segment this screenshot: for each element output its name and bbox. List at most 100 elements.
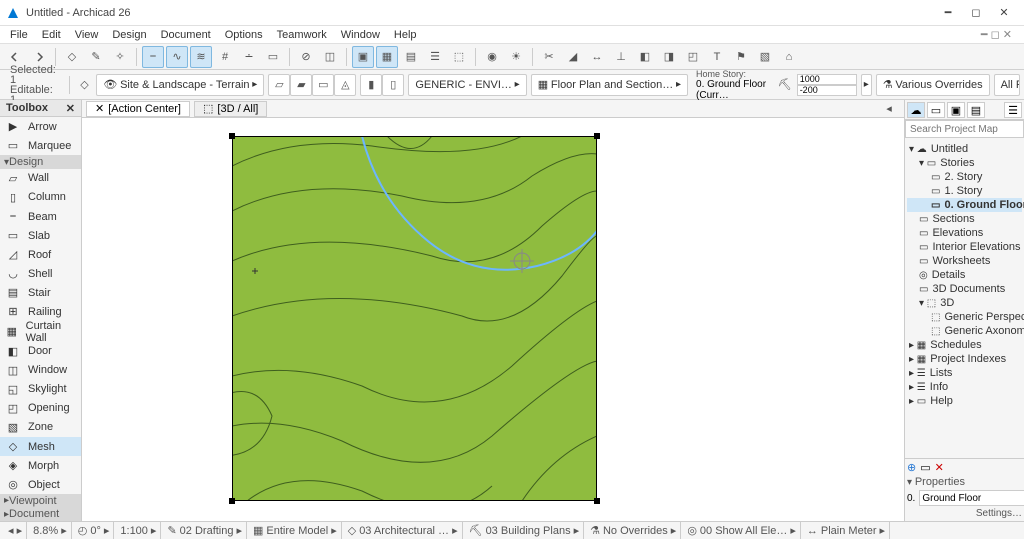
- show-status[interactable]: ◎ 00 Show All Ele… ▸: [683, 522, 801, 539]
- pick-button[interactable]: ◇: [61, 46, 83, 68]
- toolbox-close-icon[interactable]: ✕: [66, 102, 75, 115]
- nav-ground-floor[interactable]: ▭ 0. Ground Floor: [907, 198, 1022, 212]
- geom-1[interactable]: ▱: [268, 74, 290, 96]
- canvas-area[interactable]: ✕ [Action Center] ⬚ [3D / All] ◂: [82, 100, 904, 521]
- nav-worksheets[interactable]: ▭ Worksheets: [907, 254, 1022, 268]
- tab-action-center[interactable]: ✕ [Action Center]: [86, 101, 190, 117]
- plans-status[interactable]: ⛏ 03 Building Plans ▸: [465, 522, 585, 539]
- menu-window[interactable]: Window: [335, 29, 386, 41]
- scale-status[interactable]: 1:100 ▸: [116, 522, 161, 539]
- fill-button[interactable]: ▧: [754, 46, 776, 68]
- search-project-map-input[interactable]: [905, 120, 1024, 138]
- tool-stair[interactable]: ▤Stair: [0, 283, 81, 302]
- close-window-button[interactable]: ✕: [990, 6, 1018, 19]
- nav-elevations[interactable]: ▭ Elevations: [907, 226, 1022, 240]
- nav-sections[interactable]: ▭ Sections: [907, 212, 1022, 226]
- tool-shell[interactable]: ◡Shell: [0, 264, 81, 283]
- layer-icon[interactable]: ◇: [77, 74, 93, 96]
- menu-view[interactable]: View: [69, 29, 105, 41]
- nav-tab-publisher[interactable]: ▤: [967, 102, 985, 118]
- tab-3d-all[interactable]: ⬚ [3D / All]: [194, 101, 267, 117]
- nav-info[interactable]: ▸ ☰ Info: [907, 380, 1022, 394]
- tool-object[interactable]: ◎Object: [0, 475, 81, 494]
- elevation-bottom-input[interactable]: [797, 85, 857, 96]
- layer-combo[interactable]: 👁 Site & Landscape - Terrain ▸: [96, 74, 264, 96]
- floorplan-combo[interactable]: ▦ Floor Plan and Section… ▸: [531, 74, 688, 96]
- material-combo[interactable]: GENERIC - ENVI… ▸: [408, 74, 526, 96]
- menu-document[interactable]: Document: [155, 29, 217, 41]
- new-viewpoint-button[interactable]: ⊕: [907, 461, 916, 474]
- nav-stories[interactable]: ▾ ▭ Stories: [907, 156, 1022, 170]
- tool-mesh[interactable]: ◇Mesh: [0, 437, 81, 456]
- secondary-window-controls[interactable]: ━ ◻ ✕: [973, 28, 1020, 41]
- filter-button[interactable]: ▤: [400, 46, 422, 68]
- props-icon[interactable]: ▭: [920, 461, 930, 474]
- detail-button[interactable]: ◰: [682, 46, 704, 68]
- nav-tab-view-map[interactable]: ▭: [927, 102, 945, 118]
- text-button[interactable]: T: [706, 46, 728, 68]
- tool-beam[interactable]: ⎯Beam: [0, 207, 81, 226]
- attach-button[interactable]: ✂: [538, 46, 560, 68]
- elevation-button[interactable]: ◨: [658, 46, 680, 68]
- pencil-button[interactable]: ✎: [85, 46, 107, 68]
- geom-3[interactable]: ▭: [312, 74, 334, 96]
- nav-story-2[interactable]: ▭ 2. Story: [907, 170, 1022, 184]
- camera-button[interactable]: ◉: [481, 46, 503, 68]
- nav-help[interactable]: ▸ ▭ Help: [907, 394, 1022, 408]
- measure-button[interactable]: ◢: [562, 46, 584, 68]
- geom-4[interactable]: ◬: [334, 74, 356, 96]
- tool-opening[interactable]: ◰Opening: [0, 399, 81, 418]
- menu-edit[interactable]: Edit: [36, 29, 67, 41]
- tool-wall[interactable]: ▱Wall: [0, 169, 81, 188]
- guideline-1-button[interactable]: ⎯: [142, 46, 164, 68]
- menu-file[interactable]: File: [4, 29, 34, 41]
- struct-1[interactable]: ▮: [360, 74, 382, 96]
- nav-untitled[interactable]: ▾ ☁ Untitled: [907, 142, 1022, 156]
- menu-design[interactable]: Design: [106, 29, 152, 41]
- nav-arrows[interactable]: ◂ ▸: [4, 522, 27, 539]
- select-mode-1[interactable]: ▣: [352, 46, 374, 68]
- nav-back-button[interactable]: ◂: [878, 100, 900, 120]
- nav-tab-layout[interactable]: ▣: [947, 102, 965, 118]
- overrides-combo[interactable]: ⚗ Various Overrides: [876, 74, 990, 96]
- tool-skylight[interactable]: ◱Skylight: [0, 380, 81, 399]
- section-design[interactable]: ▾ Design: [0, 155, 81, 168]
- nav-indexes[interactable]: ▸ ▦ Project Indexes: [907, 352, 1022, 366]
- penset-status[interactable]: ✎ 02 Drafting ▸: [163, 522, 247, 539]
- dimension-button[interactable]: ↔: [586, 46, 608, 68]
- view-3d-button[interactable]: ⬚: [448, 46, 470, 68]
- home-story-value[interactable]: 0. Ground Floor (Curr…: [696, 79, 769, 101]
- guideline-3-button[interactable]: ≋: [190, 46, 212, 68]
- zoom-status[interactable]: 8.8% ▸: [29, 522, 72, 539]
- grid-button[interactable]: #: [214, 46, 236, 68]
- tool-morph[interactable]: ◈Morph: [0, 456, 81, 475]
- menu-options[interactable]: Options: [219, 29, 269, 41]
- nav-lists[interactable]: ▸ ☰ Lists: [907, 366, 1022, 380]
- tool-roof[interactable]: ◿Roof: [0, 245, 81, 264]
- tool-zone[interactable]: ▧Zone: [0, 418, 81, 437]
- menu-teamwork[interactable]: Teamwork: [271, 29, 333, 41]
- tool-slab[interactable]: ▭Slab: [0, 226, 81, 245]
- nav-tab-project-map[interactable]: ☁: [907, 102, 925, 118]
- more-arrow[interactable]: ▸: [861, 74, 872, 96]
- nav-schedules[interactable]: ▸ ▦ Schedules: [907, 338, 1022, 352]
- nav-3d-docs[interactable]: ▭ 3D Documents: [907, 282, 1022, 296]
- layers-button[interactable]: ☰: [424, 46, 446, 68]
- wand-button[interactable]: ✧: [109, 46, 131, 68]
- dimension-status[interactable]: ↔ Plain Meter ▸: [803, 522, 890, 539]
- geom-2[interactable]: ▰: [290, 74, 312, 96]
- section-button[interactable]: ◧: [634, 46, 656, 68]
- select-mode-2[interactable]: ▦: [376, 46, 398, 68]
- minimize-button[interactable]: ━: [934, 6, 962, 19]
- nav-tab-menu[interactable]: ☰: [1004, 102, 1022, 118]
- nav-perspective[interactable]: ⬚ Generic Perspective: [907, 310, 1022, 324]
- elevation-top-input[interactable]: [797, 74, 857, 85]
- nav-int-elevations[interactable]: ▭ Interior Elevations: [907, 240, 1022, 254]
- override-status[interactable]: ⚗ No Overrides ▸: [586, 522, 681, 539]
- tool-column[interactable]: ▯Column: [0, 188, 81, 207]
- props-name-input[interactable]: [919, 490, 1024, 506]
- suspend-button[interactable]: ⊘: [295, 46, 317, 68]
- level-button[interactable]: ⊥: [610, 46, 632, 68]
- layout-button[interactable]: ⌂: [778, 46, 800, 68]
- model-status[interactable]: ▦ Entire Model ▸: [249, 522, 342, 539]
